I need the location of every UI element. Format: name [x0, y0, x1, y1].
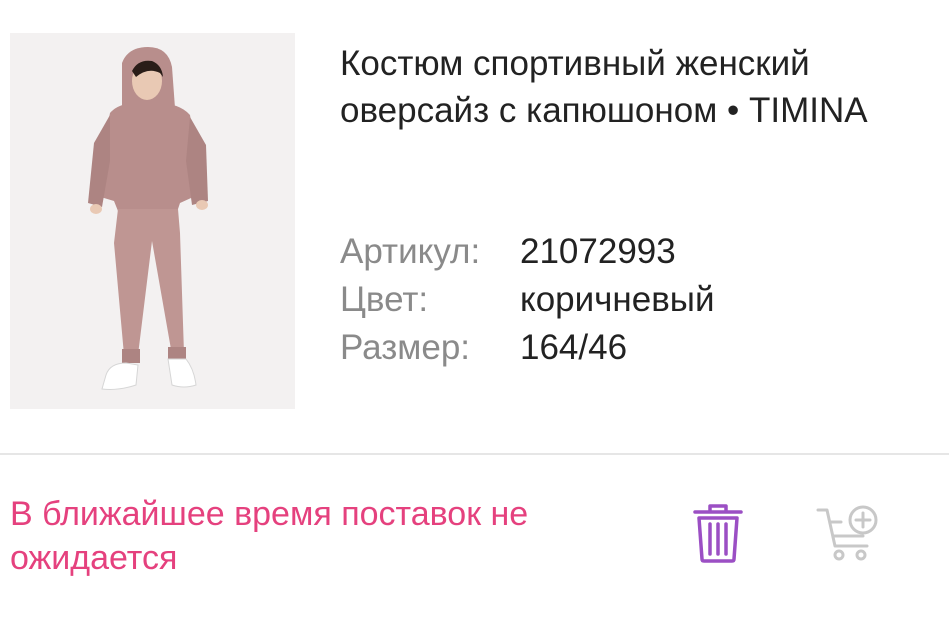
divider [0, 453, 949, 455]
size-value: 164/46 [520, 328, 628, 367]
cart-add-icon [816, 505, 878, 561]
cart-item-card: Костюм спортивный женский оверсайз с кап… [0, 0, 949, 625]
product-title[interactable]: Костюм спортивный женский оверсайз с кап… [340, 40, 945, 134]
availability-status: В ближайшее время поставок не ожидается [10, 495, 529, 577]
product-photo-illustration [10, 33, 295, 409]
color-value: коричневый [520, 280, 715, 319]
color-label: Цвет: [340, 280, 429, 319]
add-to-cart-button[interactable] [815, 502, 887, 564]
article-label: Артикул: [340, 232, 481, 271]
delete-button[interactable] [690, 502, 746, 564]
trash-icon [693, 504, 743, 563]
article-value: 21072993 [520, 232, 676, 271]
product-image[interactable] [10, 33, 295, 409]
size-label: Размер: [340, 328, 471, 367]
